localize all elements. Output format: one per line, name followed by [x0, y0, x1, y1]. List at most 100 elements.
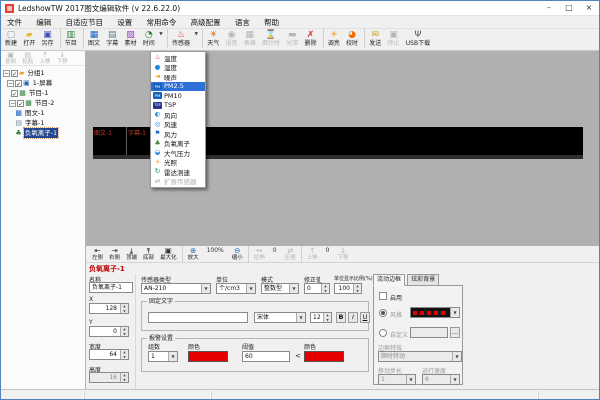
toolbar-button-countdown[interactable]: ⌛ 倒计时 ▼: [260, 29, 282, 48]
chevron-down-icon[interactable]: [201, 284, 210, 293]
toolbar-button-save-as[interactable]: ▣ 另存 ▼: [40, 29, 56, 48]
tree-node[interactable]: ▩ 图文-1: [1, 108, 85, 118]
sensor-menu-item-pm10[interactable]: PM PM10: [151, 91, 205, 101]
fixed-text-input[interactable]: [148, 312, 248, 323]
sensor-menu-item-noise[interactable]: ◄ 噪声: [151, 72, 205, 82]
x-stepper[interactable]: 128: [89, 303, 129, 314]
toolbar-button-usb-download[interactable]: Ψ USB下载 ▼: [404, 29, 432, 48]
sensor-menu-item-wind-direction[interactable]: ◐ 风向: [151, 110, 205, 120]
border-style-select[interactable]: [410, 307, 460, 318]
bold-button[interactable]: B: [336, 312, 346, 323]
sensor-menu-item-air-pressure[interactable]: ◒ 大气压力: [151, 148, 205, 158]
chevron-down-icon[interactable]: ▼: [159, 32, 162, 37]
font-select[interactable]: 宋体: [254, 312, 306, 323]
area-toolbar-button-align-bottom[interactable]: ⇤ 底部: [140, 246, 157, 262]
tree-toolbar-button-move-down[interactable]: ↓ 下移: [55, 51, 70, 66]
menu-item[interactable]: 编辑: [30, 16, 57, 29]
toolbar-button-program[interactable]: ▥ 节目 ▼: [60, 29, 79, 48]
underline-button[interactable]: U: [360, 312, 370, 323]
area-toolbar-button-zoom-level[interactable]: 100%: [202, 246, 229, 262]
toolbar-button-material[interactable]: ▧ 素材 ▼: [123, 29, 139, 48]
sensor-menu-item-pm25[interactable]: PM PM2.5: [151, 82, 205, 92]
spinner-arrows-icon[interactable]: [353, 284, 361, 293]
area-toolbar-button-shift-value[interactable]: 0: [321, 246, 335, 262]
tab-flow-border[interactable]: 流动边框: [373, 274, 405, 286]
spinner-arrows-icon[interactable]: [120, 304, 128, 313]
enable-checkbox[interactable]: [379, 292, 387, 300]
toolbar-button-sensor[interactable]: ♨ 传感器 ▼: [167, 29, 198, 48]
menu-item[interactable]: 语言: [229, 16, 256, 29]
area-toolbar-button-zoom-out[interactable]: ⊖ 缩小: [229, 246, 246, 262]
spinner-arrows-icon[interactable]: [323, 313, 331, 322]
close-button[interactable]: ×: [579, 1, 599, 16]
toolbar-button-send[interactable]: ✉ 发送 ▼: [364, 29, 383, 48]
tree-toolbar-button-move-up[interactable]: ↑ 上移: [38, 51, 53, 66]
chevron-down-icon[interactable]: [168, 352, 177, 361]
area-toolbar-button-align-left[interactable]: ⇤ 左侧: [89, 246, 106, 262]
preview-region-graphic[interactable]: 图文-1: [93, 127, 127, 155]
italic-button[interactable]: I: [348, 312, 358, 323]
unit-scale-stepper[interactable]: 100: [334, 283, 362, 294]
mode-select[interactable]: 整数型: [261, 283, 299, 294]
toolbar-button-open[interactable]: ▰ 打开 ▼: [21, 29, 37, 48]
area-toolbar-button-compress[interactable]: ⇄ 压缩: [282, 246, 299, 262]
sensor-type-select[interactable]: AN-210: [141, 283, 211, 294]
group-count-select[interactable]: 1: [148, 351, 178, 362]
tree-node[interactable]: ✓ ▦ 节目-1: [1, 88, 85, 98]
sensor-menu-item-temperature[interactable]: ♨ 温度: [151, 53, 205, 63]
area-toolbar-button-shift-down[interactable]: ↓ 下移: [334, 246, 351, 262]
y-stepper[interactable]: 0: [89, 326, 129, 337]
toolbar-button-subtitle[interactable]: ▤ 字幕 ▼: [104, 29, 120, 48]
toolbar-button-brightness[interactable]: ☀ 调亮 ▼: [323, 29, 342, 48]
area-toolbar-button-zoom-in[interactable]: ⊕ 放大: [182, 246, 202, 262]
unit-select[interactable]: 个/cm3: [216, 283, 256, 294]
toolbar-button-table[interactable]: ▦ 表格 ▼: [242, 29, 258, 48]
toolbar-button-lightband[interactable]: ▬ 光带 ▼: [284, 29, 300, 48]
tree-expander-icon[interactable]: −: [7, 80, 14, 87]
name-field[interactable]: 负氧离子-1: [89, 282, 133, 293]
area-toolbar-button-stretch[interactable]: ↔ 拉伸: [248, 246, 268, 262]
menu-item[interactable]: 文件: [1, 16, 28, 29]
sensor-menu-item-wind-speed[interactable]: ◎ 风速: [151, 120, 205, 130]
custom-radio[interactable]: [379, 329, 387, 337]
chevron-down-icon[interactable]: [296, 313, 305, 322]
tree-expander-icon[interactable]: −: [3, 70, 10, 77]
toolbar-button-weather[interactable]: ☀ 天气 ▼: [202, 29, 221, 48]
tree-checkbox[interactable]: ✓: [11, 70, 18, 77]
chevron-down-icon[interactable]: [450, 308, 459, 317]
tree-checkbox[interactable]: ✓: [15, 80, 22, 87]
toolbar-button-stop[interactable]: ▣ 停止 ▼: [386, 29, 402, 48]
toolbar-button-time-sync[interactable]: ◕ 校时 ▼: [344, 29, 360, 48]
sensor-menu-item-tsp[interactable]: TSP TSP: [151, 101, 205, 111]
toolbar-button-voice[interactable]: ◉ 语音 ▼: [224, 29, 240, 48]
area-toolbar-button-shift-up[interactable]: ↑ 上移: [301, 246, 321, 262]
toolbar-button-time[interactable]: ◔ 时间 ▼: [141, 29, 163, 48]
tree-node[interactable]: − ✓ ▣ 1-屏幕: [1, 78, 85, 88]
tree-checkbox[interactable]: ✓: [11, 90, 18, 97]
toolbar-button-graphic[interactable]: ▦ 图文 ▼: [83, 29, 102, 48]
chevron-down-icon[interactable]: [246, 284, 255, 293]
tree-expander-icon[interactable]: −: [9, 100, 16, 107]
chevron-down-icon[interactable]: ▼: [195, 32, 198, 37]
width-stepper[interactable]: 64: [89, 349, 129, 360]
menu-item[interactable]: 自适应节目: [59, 16, 109, 29]
font-size-stepper[interactable]: 12: [310, 312, 332, 323]
tree-node[interactable]: − ✓ ▰ 分组1: [1, 68, 85, 78]
toolbar-button-delete[interactable]: ✗ 删除 ▼: [303, 29, 319, 48]
sensor-menu-item-humidity[interactable]: ● 湿度: [151, 63, 205, 73]
tree-node[interactable]: ▤ 字幕-1: [1, 118, 85, 128]
maximize-button[interactable]: □: [559, 1, 579, 16]
area-toolbar-button-align-top[interactable]: ⇥ 顶端: [123, 246, 140, 262]
sensor-menu-item-radar-speed[interactable]: ↻ 雷达测速: [151, 167, 205, 177]
area-toolbar-button-stretch-value[interactable]: 0: [268, 246, 282, 262]
alarm-color2-swatch[interactable]: [304, 351, 344, 362]
area-toolbar-button-align-right[interactable]: ⇥ 右侧: [106, 246, 123, 262]
tree-checkbox[interactable]: ✓: [17, 100, 24, 107]
tree-toolbar-button-paste[interactable]: ▤ 粘贴: [20, 51, 35, 66]
sensor-menu-item-extended-sensor[interactable]: ⇄ 扩展传感器: [151, 177, 205, 187]
minimize-button[interactable]: –: [539, 1, 559, 16]
tree-toolbar-button-copy[interactable]: ▣ 复制: [3, 51, 18, 66]
menu-item[interactable]: 常用命令: [140, 16, 182, 29]
alarm-color-swatch[interactable]: [188, 351, 228, 362]
spinner-arrows-icon[interactable]: [321, 284, 329, 293]
